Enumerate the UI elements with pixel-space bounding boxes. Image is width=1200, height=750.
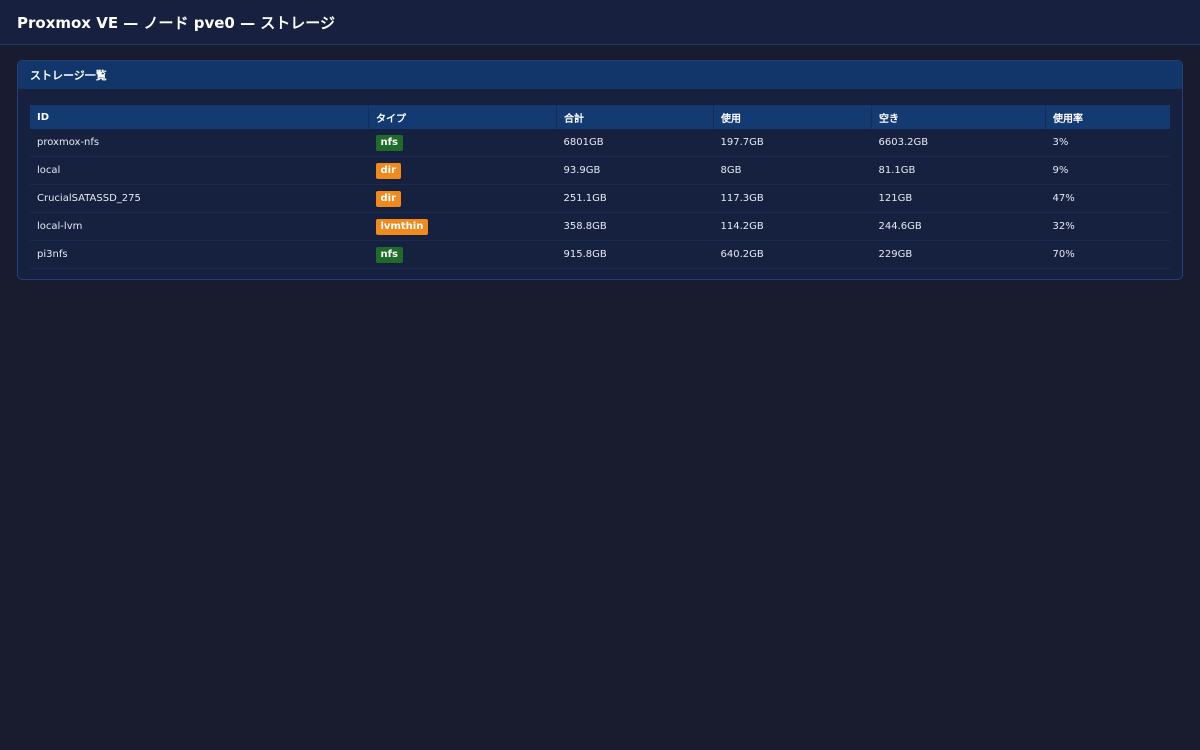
cell-usage: 3% [1045, 129, 1170, 157]
cell-total: 6801GB [556, 129, 714, 157]
table-row[interactable]: pi3nfs nfs 915.8GB 640.2GB 229GB 70% [30, 240, 1170, 269]
cell-id: pi3nfs [30, 240, 369, 269]
panel-title: ストレージ一覧 [30, 69, 107, 82]
cell-total: 358.8GB [556, 212, 714, 241]
type-badge: nfs [375, 246, 403, 263]
cell-id: local-lvm [30, 212, 369, 241]
cell-total: 93.9GB [556, 156, 714, 185]
cell-used: 197.7GB [713, 129, 872, 157]
panel-body: ID タイプ 合計 使用 空き 使用率 proxmox-nfs nfs 6801… [18, 89, 1182, 279]
column-header-used[interactable]: 使用 [713, 105, 872, 129]
cell-id: proxmox-nfs [30, 129, 369, 157]
table-header-row: ID タイプ 合計 使用 空き 使用率 [30, 105, 1170, 129]
cell-type: dir [368, 184, 557, 213]
cell-free: 244.6GB [871, 212, 1046, 241]
cell-free: 6603.2GB [871, 129, 1046, 157]
column-header-total[interactable]: 合計 [556, 105, 714, 129]
cell-used: 8GB [713, 156, 872, 185]
column-header-id[interactable]: ID [30, 105, 369, 129]
table-row[interactable]: local dir 93.9GB 8GB 81.1GB 9% [30, 156, 1170, 185]
cell-usage: 9% [1045, 156, 1170, 185]
cell-id: local [30, 156, 369, 185]
column-header-usage[interactable]: 使用率 [1045, 105, 1170, 129]
cell-free: 81.1GB [871, 156, 1046, 185]
cell-type: dir [368, 156, 557, 185]
panel-header: ストレージ一覧 [18, 61, 1182, 89]
page-title: Proxmox VE — ノード pve0 — ストレージ [17, 13, 335, 32]
type-badge: dir [375, 190, 402, 207]
cell-id: CrucialSATASSD_275 [30, 184, 369, 213]
cell-usage: 32% [1045, 212, 1170, 241]
table-row[interactable]: CrucialSATASSD_275 dir 251.1GB 117.3GB 1… [30, 184, 1170, 213]
cell-used: 117.3GB [713, 184, 872, 213]
type-badge: nfs [375, 134, 403, 151]
cell-used: 114.2GB [713, 212, 872, 241]
cell-free: 121GB [871, 184, 1046, 213]
table-row[interactable]: proxmox-nfs nfs 6801GB 197.7GB 6603.2GB … [30, 129, 1170, 157]
cell-usage: 70% [1045, 240, 1170, 269]
cell-type: lvmthin [368, 212, 557, 241]
type-badge: lvmthin [375, 218, 429, 235]
table-row[interactable]: local-lvm lvmthin 358.8GB 114.2GB 244.6G… [30, 212, 1170, 241]
cell-used: 640.2GB [713, 240, 872, 269]
cell-type: nfs [368, 240, 557, 269]
cell-total: 251.1GB [556, 184, 714, 213]
type-badge: dir [375, 162, 402, 179]
cell-type: nfs [368, 129, 557, 157]
storage-panel: ストレージ一覧 ID タイプ 合計 使用 空き 使用率 proxmox-nfs … [17, 60, 1183, 280]
column-header-free[interactable]: 空き [871, 105, 1046, 129]
column-header-type[interactable]: タイプ [368, 105, 557, 129]
cell-usage: 47% [1045, 184, 1170, 213]
storage-table: ID タイプ 合計 使用 空き 使用率 proxmox-nfs nfs 6801… [30, 105, 1170, 269]
cell-total: 915.8GB [556, 240, 714, 269]
cell-free: 229GB [871, 240, 1046, 269]
top-bar: Proxmox VE — ノード pve0 — ストレージ [0, 0, 1200, 45]
